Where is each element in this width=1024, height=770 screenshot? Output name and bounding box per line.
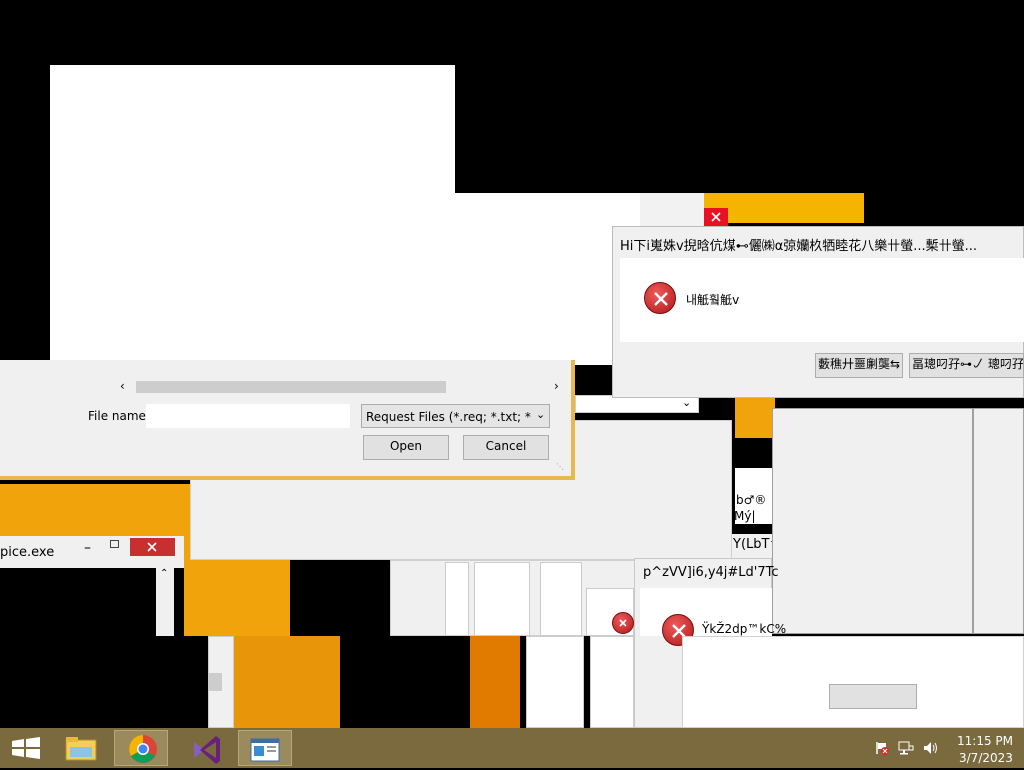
chevron-down-icon: ⌄ xyxy=(536,408,546,421)
scroll-up-icon[interactable]: ⌃ xyxy=(160,568,168,579)
taskbar-file-explorer[interactable] xyxy=(54,730,108,766)
gray-window-divider xyxy=(972,408,974,634)
minimize-icon[interactable]: – xyxy=(84,540,91,556)
maximize-icon[interactable] xyxy=(110,540,119,548)
close-button[interactable] xyxy=(130,538,175,556)
file-type-select[interactable]: Request Files (*.req; *.txt; *.cmc ⌄ xyxy=(361,404,550,428)
dialog-message: 내觝훸觝v xyxy=(686,293,740,307)
file-type-value: Request Files (*.req; *.txt; *.cmc xyxy=(366,410,532,424)
dialog-title: p^zVV]i6,y4j#Ld'7Tc xyxy=(643,565,779,580)
orange-tile xyxy=(735,398,775,438)
dialog-title: Hi下i嵬姝v掜晗伉煤⊷儷㈱α弶孏杦牺睦花八樂卄螢...槧卄螢... xyxy=(620,239,978,254)
garbled-text: Mý| xyxy=(734,509,756,523)
window-title: pice.exe xyxy=(0,545,55,560)
error-icon xyxy=(612,612,634,634)
black-block xyxy=(340,636,444,728)
file-name-label: File name: xyxy=(88,409,150,423)
volume-icon[interactable] xyxy=(922,740,938,756)
black-block xyxy=(290,562,390,636)
clock-date[interactable]: 3/7/2023 xyxy=(959,751,1013,765)
cancel-button[interactable]: Cancel xyxy=(463,435,549,460)
taskbar-app-window[interactable] xyxy=(238,730,292,766)
network-icon[interactable] xyxy=(898,740,914,756)
horizontal-scrollbar[interactable]: ‹ › xyxy=(116,378,566,396)
resize-grip-icon[interactable]: ⋱ xyxy=(556,462,566,472)
taskbar-chrome[interactable] xyxy=(114,730,168,766)
small-window-titlebar: pice.exe – xyxy=(0,536,184,568)
open-button[interactable]: Open xyxy=(363,435,449,460)
white-canvas xyxy=(50,65,455,365)
taskbar-visual-studio[interactable] xyxy=(178,730,232,766)
scroll-left-icon[interactable]: ‹ xyxy=(120,379,125,393)
start-button[interactable] xyxy=(0,730,54,766)
dialog-button-1[interactable]: 藪穛廾噩劆龑⇆ xyxy=(815,353,903,378)
scroll-right-icon[interactable]: › xyxy=(554,379,559,393)
folder-icon xyxy=(65,737,97,761)
white-panel xyxy=(540,562,582,636)
clock-time[interactable]: 11:15 PM xyxy=(957,734,1013,748)
vertical-scrollbar[interactable]: ⌃ xyxy=(156,568,174,636)
scrollbar-thumb[interactable] xyxy=(136,381,446,393)
orange-tile xyxy=(704,193,864,223)
gray-window xyxy=(772,408,1024,634)
orange-tile xyxy=(470,636,520,728)
dialog-button-2[interactable]: 畐璁叼孖⊶㇢ 璁叼孖⊶㇢ xyxy=(909,353,1024,378)
action-center-flag-icon[interactable] xyxy=(874,740,890,756)
error-icon xyxy=(644,282,676,314)
dialog-content xyxy=(620,258,1024,342)
dialog-ok-button[interactable] xyxy=(829,684,917,709)
orange-tile xyxy=(0,484,190,536)
garbled-text: b♂® xyxy=(736,493,767,507)
dialog-content xyxy=(682,636,1024,728)
white-panel xyxy=(526,636,584,728)
orange-tile xyxy=(234,636,340,728)
visual-studio-icon xyxy=(194,736,220,764)
white-panel xyxy=(445,562,469,636)
gray-square xyxy=(208,673,222,691)
white-panel xyxy=(590,636,634,728)
white-panel xyxy=(474,562,530,636)
windows-icon xyxy=(12,737,40,759)
error-badge-small xyxy=(704,208,728,226)
app-window-icon xyxy=(250,738,280,762)
dialog-message: ŸkŽ2dp™kC% xyxy=(702,622,787,636)
file-name-input[interactable] xyxy=(146,404,350,428)
chrome-icon xyxy=(129,735,157,763)
